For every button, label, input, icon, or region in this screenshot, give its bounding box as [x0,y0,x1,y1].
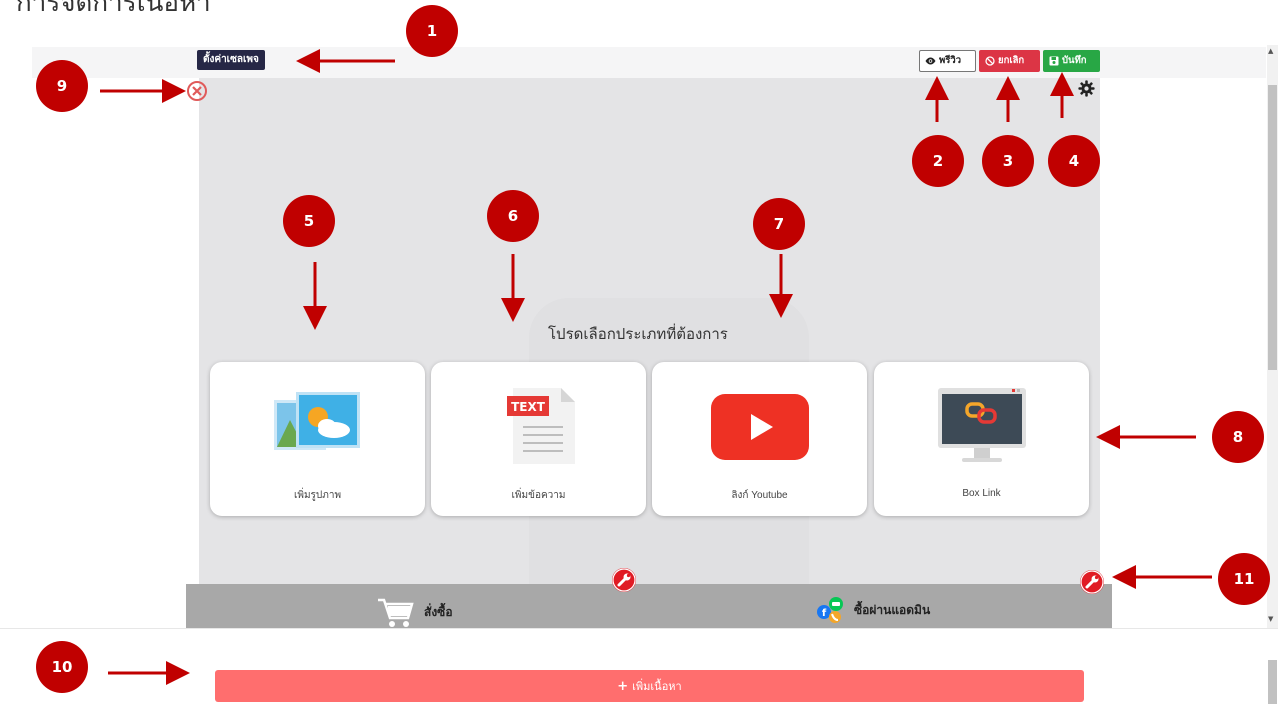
page: การจัดการเนื้อหา ตั้งค่าเซลเพจ พรีวิว ยก… [0,0,1278,704]
annotation-arrows [100,49,1212,685]
marker-7: 7 [753,198,805,250]
marker-6: 6 [487,190,539,242]
marker-1: 1 [406,5,458,57]
marker-4: 4 [1048,135,1100,187]
marker-2: 2 [912,135,964,187]
marker-5: 5 [283,195,335,247]
marker-3: 3 [982,135,1034,187]
marker-11: 11 [1218,553,1270,605]
marker-9: 9 [36,60,88,112]
marker-8: 8 [1212,411,1264,463]
marker-10: 10 [36,641,88,693]
